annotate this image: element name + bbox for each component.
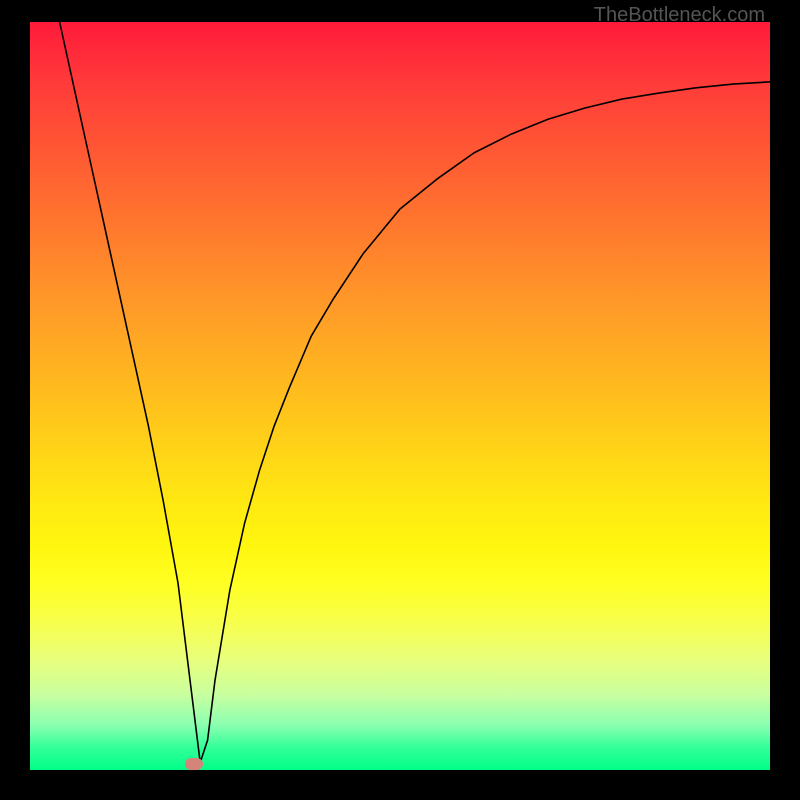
chart-curve — [60, 22, 770, 763]
chart-marker — [185, 758, 203, 770]
chart-curve-layer — [30, 22, 770, 770]
watermark-text: TheBottleneck.com — [594, 4, 765, 27]
chart-plot-area — [30, 22, 770, 770]
